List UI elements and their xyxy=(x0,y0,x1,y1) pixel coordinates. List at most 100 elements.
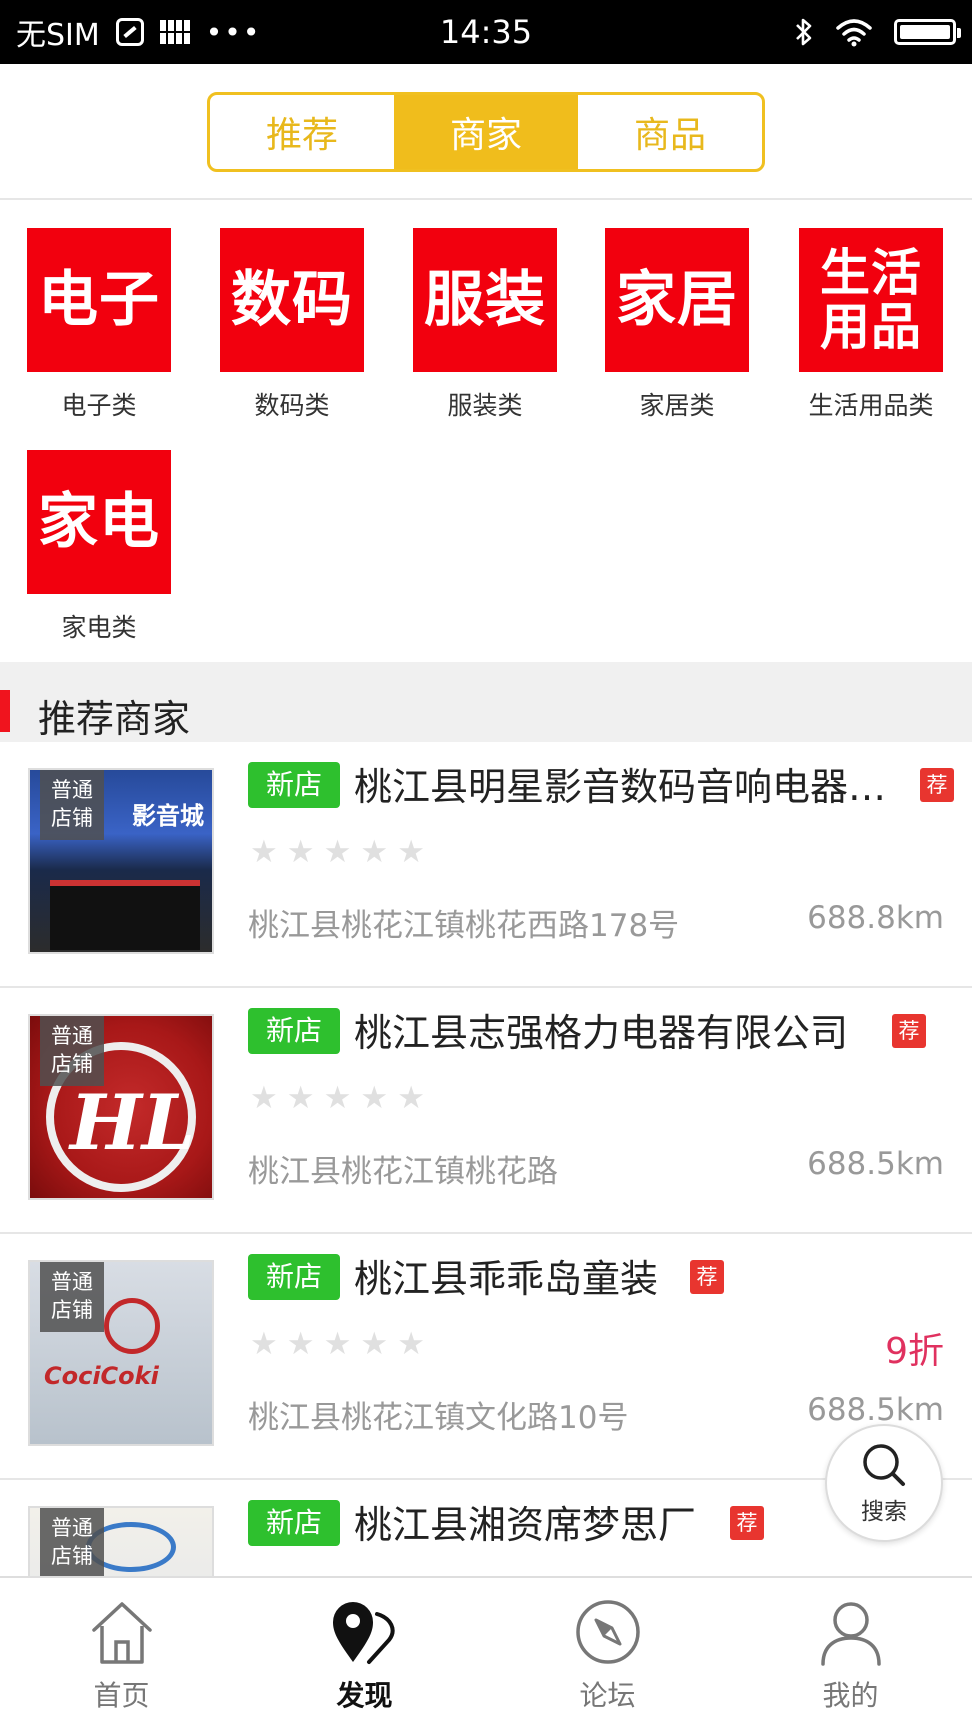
segment-merchants[interactable]: 商家 xyxy=(394,95,578,169)
tab-profile-label: 我的 xyxy=(822,1679,879,1712)
star-icon: ★ xyxy=(250,1326,278,1362)
section-title: 推荐商家 xyxy=(38,697,191,741)
status-right xyxy=(794,0,961,64)
shop-distance: 688.5km xyxy=(807,1392,944,1428)
rating-stars: ★ ★ ★ ★ ★ xyxy=(250,1080,425,1116)
battery-level xyxy=(900,25,950,39)
new-store-tag: 新店 xyxy=(248,1254,340,1300)
logo-text: HL xyxy=(70,1078,196,1167)
shop-name: 桃江县湘资席梦思厂 xyxy=(354,1503,697,1547)
shop-row[interactable]: 影音城 普通 店铺 新店 桃江县明星影音数码音响电器… 荐 ★ ★ ★ ★ ★ … xyxy=(0,742,972,988)
shop-address: 桃江县桃花江镇桃花路 xyxy=(248,1154,558,1190)
logo-text: CociCoki xyxy=(44,1362,159,1390)
shopfront-shape xyxy=(50,880,200,950)
category-label: 电子类 xyxy=(61,391,137,420)
shop-row[interactable]: HL 普通 店铺 新店 桃江县志强格力电器有限公司 荐 ★ ★ ★ ★ ★ 桃江… xyxy=(0,988,972,1234)
category-label: 数码类 xyxy=(254,391,330,420)
location-pin-icon xyxy=(332,1602,394,1664)
recommended-tag: 荐 xyxy=(892,1014,926,1048)
rating-stars: ★ ★ ★ ★ ★ xyxy=(250,1326,425,1362)
shop-name: 桃江县志强格力电器有限公司 xyxy=(354,1011,849,1055)
category-label: 生活用品类 xyxy=(808,391,934,420)
star-icon: ★ xyxy=(397,834,425,870)
star-icon: ★ xyxy=(323,834,352,870)
category-clothing[interactable]: 服装 服装类 xyxy=(410,228,560,422)
category-electronics[interactable]: 电子 电子类 xyxy=(24,228,174,422)
logo-circle-shape xyxy=(104,1298,160,1354)
new-store-tag: 新店 xyxy=(248,1500,340,1546)
star-icon: ★ xyxy=(323,1080,352,1116)
user-icon xyxy=(820,1602,881,1666)
category-label: 家居类 xyxy=(639,391,715,420)
shop-name: 桃江县乖乖岛童装 xyxy=(354,1257,659,1301)
star-icon: ★ xyxy=(250,834,278,870)
status-bar: 无SIM ••• 14:35 xyxy=(0,0,972,64)
recommended-tag: 荐 xyxy=(730,1506,764,1540)
category-daily-goods[interactable]: 生活 用品 生活用品类 xyxy=(795,228,947,422)
store-type-badge: 普通 店铺 xyxy=(40,770,104,840)
tab-home-label: 首页 xyxy=(93,1679,150,1712)
compass-icon xyxy=(575,1600,640,1664)
store-type-badge: 普通 店铺 xyxy=(40,1508,104,1578)
category-digital[interactable]: 数码 数码类 xyxy=(217,228,367,422)
store-type-badge: 普通 店铺 xyxy=(40,1262,104,1332)
shop-address: 桃江县桃花江镇文化路10号 xyxy=(248,1400,629,1436)
rating-stars: ★ ★ ★ ★ ★ xyxy=(250,834,425,870)
shop-thumbnail: CociCoki 普通 店铺 xyxy=(28,1260,214,1446)
tab-discover[interactable]: 发现 xyxy=(243,1578,486,1728)
star-icon: ★ xyxy=(286,1326,315,1362)
recommended-tag: 荐 xyxy=(920,768,954,802)
shop-name: 桃江县明星影音数码音响电器… xyxy=(354,765,887,809)
star-icon: ★ xyxy=(360,1080,389,1116)
category-tile: 电子 xyxy=(27,228,171,372)
tab-home[interactable]: 首页 xyxy=(0,1578,243,1728)
recommended-tag: 荐 xyxy=(690,1260,724,1294)
star-icon: ★ xyxy=(397,1080,425,1116)
tab-discover-label: 发现 xyxy=(336,1679,393,1712)
category-tile: 数码 xyxy=(220,228,364,372)
search-fab[interactable]: 搜索 xyxy=(825,1424,943,1542)
shop-distance: 688.8km xyxy=(807,900,944,936)
shop-address: 桃江县桃花江镇桃花西路178号 xyxy=(248,908,680,944)
home-icon xyxy=(91,1602,152,1664)
wifi-icon xyxy=(836,19,872,47)
bluetooth-icon xyxy=(796,18,812,46)
category-tile: 家电 xyxy=(27,450,171,594)
category-home[interactable]: 家居 家居类 xyxy=(602,228,752,422)
category-label: 服装类 xyxy=(447,391,523,420)
star-icon: ★ xyxy=(397,1326,425,1362)
shop-thumbnail: 影音城 普通 店铺 xyxy=(28,768,214,954)
segment-bar: 推荐 商家 商品 xyxy=(0,64,972,200)
tab-profile[interactable]: 我的 xyxy=(729,1578,972,1728)
search-icon xyxy=(863,1444,905,1486)
section-header: 推荐商家 xyxy=(0,662,972,742)
category-grid: 电子 电子类 数码 数码类 服装 服装类 家居 家居类 生活 用品 生活用品类 … xyxy=(0,202,972,662)
star-icon: ★ xyxy=(286,1080,315,1116)
store-type-badge: 普通 店铺 xyxy=(40,1016,104,1086)
category-label: 家电类 xyxy=(61,613,137,642)
star-icon: ★ xyxy=(323,1326,352,1362)
star-icon: ★ xyxy=(286,834,315,870)
new-store-tag: 新店 xyxy=(248,762,340,808)
discount-label: 9折 xyxy=(885,1331,944,1372)
star-icon: ★ xyxy=(360,1326,389,1362)
segment-recommend[interactable]: 推荐 xyxy=(210,95,394,169)
category-appliances[interactable]: 家电 家电类 xyxy=(24,450,174,644)
tab-forum-label: 论坛 xyxy=(579,1679,636,1712)
segment-goods[interactable]: 商品 xyxy=(578,95,762,169)
segmented-control: 推荐 商家 商品 xyxy=(207,92,765,172)
tab-forum[interactable]: 论坛 xyxy=(486,1578,729,1728)
new-store-tag: 新店 xyxy=(248,1008,340,1054)
shop-distance: 688.5km xyxy=(807,1146,944,1182)
star-icon: ★ xyxy=(360,834,389,870)
star-icon: ★ xyxy=(250,1080,278,1116)
bottom-tab-bar: 首页 发现 论坛 我的 xyxy=(0,1576,972,1728)
shop-row[interactable]: CociCoki 普通 店铺 新店 桃江县乖乖岛童装 荐 ★ ★ ★ ★ ★ 9… xyxy=(0,1234,972,1480)
category-tile: 服装 xyxy=(413,228,557,372)
category-tile: 生活 用品 xyxy=(799,228,943,372)
shop-sign-text: 影音城 xyxy=(132,802,204,830)
battery-icon xyxy=(894,19,961,45)
category-tile: 家居 xyxy=(605,228,749,372)
shop-thumbnail: HL 普通 店铺 xyxy=(28,1014,214,1200)
section-accent-bar xyxy=(0,690,10,732)
